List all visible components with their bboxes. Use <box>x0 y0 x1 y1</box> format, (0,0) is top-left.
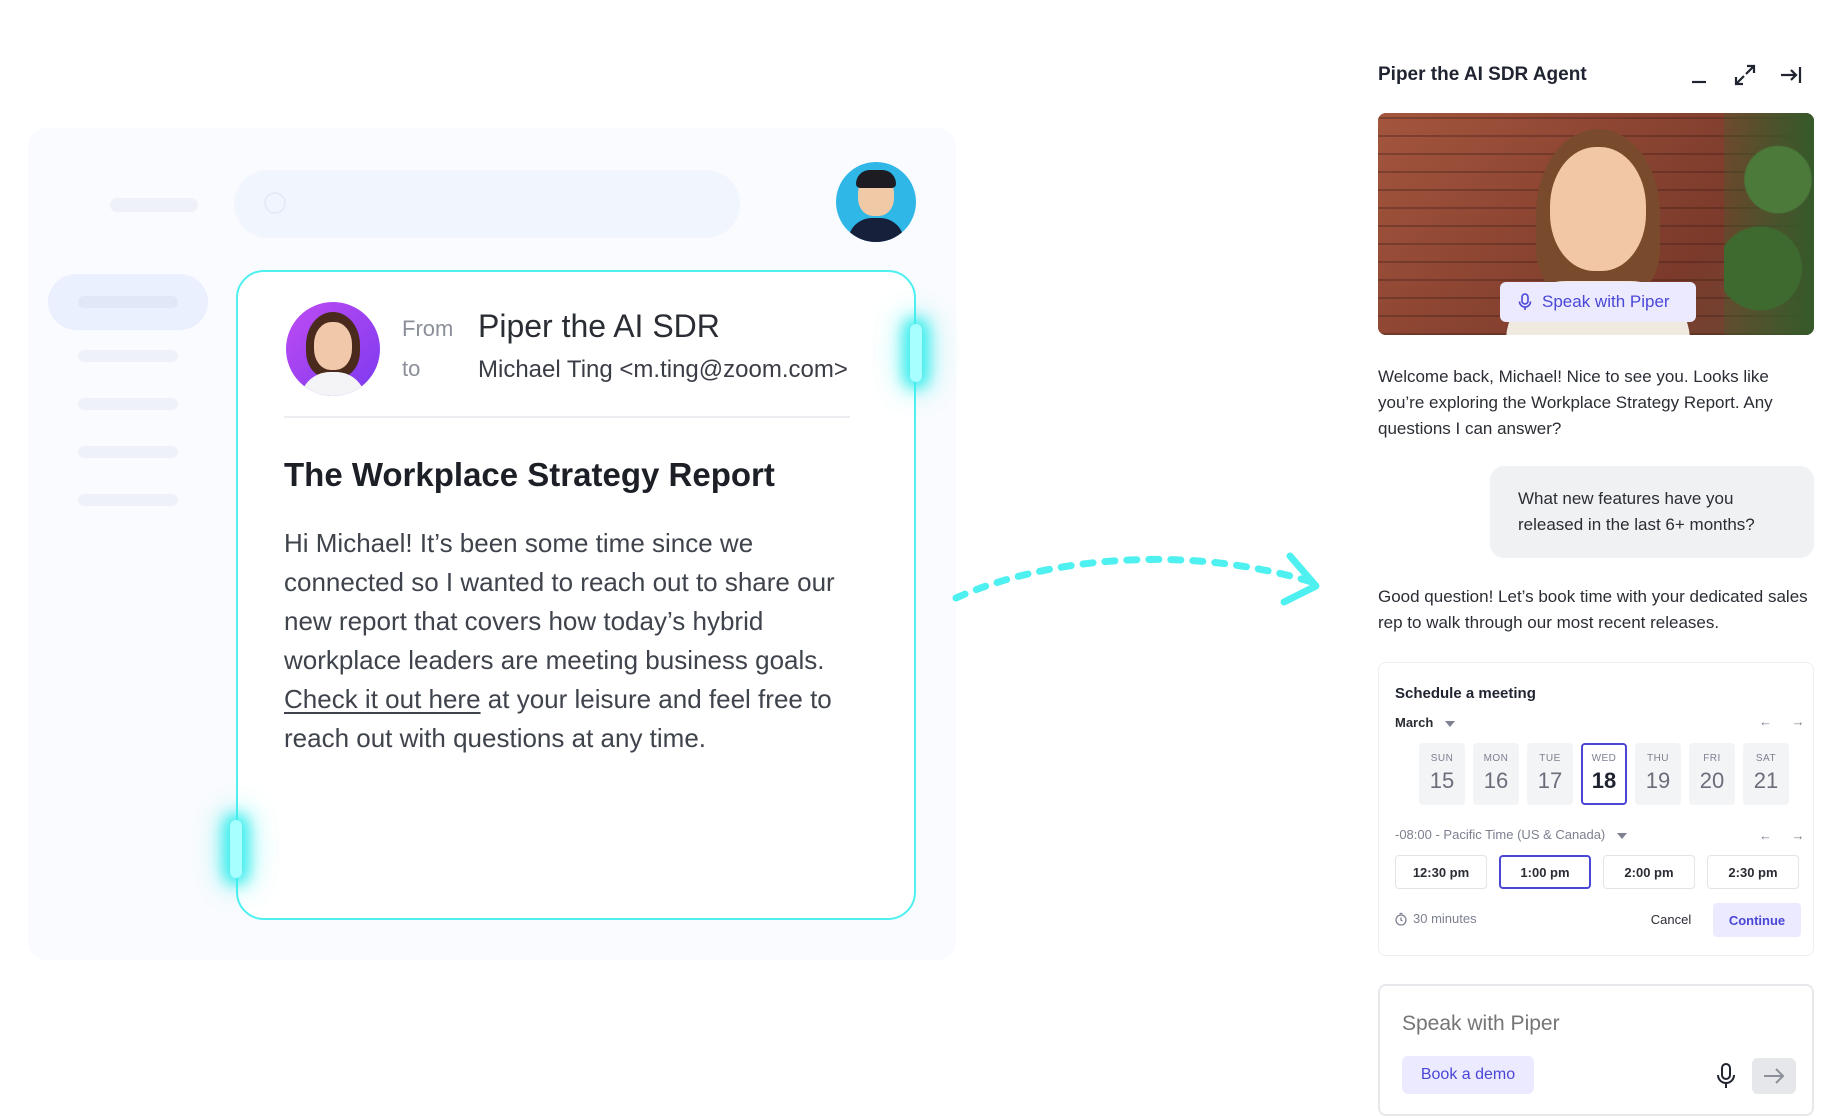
email-body: Hi Michael! It’s been some time since we… <box>284 528 835 753</box>
app-logo-placeholder <box>110 198 198 212</box>
day-picker: SUN 15 MON 16 TUE 17 WED 18 THU 19 FRI 20 SAT 2… <box>1419 743 1789 805</box>
sidebar-item[interactable] <box>78 446 178 458</box>
user-avatar[interactable] <box>836 162 916 242</box>
chat-input[interactable] <box>1402 1012 1782 1036</box>
sender-avatar <box>286 302 380 396</box>
day-wed-selected[interactable]: WED 18 <box>1581 743 1627 805</box>
sidebar-item-active[interactable] <box>48 274 208 330</box>
meeting-duration: 30 minutes <box>1395 911 1477 926</box>
month-select[interactable]: March <box>1395 715 1456 730</box>
card-glow-accent <box>910 324 922 382</box>
continue-button[interactable]: Continue <box>1713 903 1801 937</box>
day-tue[interactable]: TUE 17 <box>1527 743 1573 805</box>
report-link[interactable]: Check it out here <box>284 684 481 714</box>
cancel-button[interactable]: Cancel <box>1639 903 1703 935</box>
microphone-icon[interactable] <box>1710 1058 1742 1094</box>
sender-name: Piper the AI SDR <box>478 308 720 344</box>
scheduler-card: Schedule a meeting March ← → SUN 15 MON 16… <box>1378 662 1814 956</box>
speak-with-piper-button[interactable]: Speak with Piper <box>1500 282 1696 322</box>
from-label: From <box>402 316 454 341</box>
scheduler-title: Schedule a meeting <box>1395 685 1536 702</box>
microphone-icon <box>1518 293 1532 310</box>
agent-message: Good question! Let’s book time with your… <box>1378 587 1808 632</box>
expand-icon[interactable] <box>1732 62 1758 88</box>
sidebar-item[interactable] <box>78 350 178 362</box>
time-slots: 12:30 pm 1:00 pm 2:00 pm 2:30 pm <box>1395 855 1799 889</box>
recipient-address: Michael Ting <m.ting@zoom.com> <box>478 356 848 383</box>
time-nav-arrows[interactable]: ← → <box>1759 828 1813 843</box>
card-glow-accent <box>230 820 242 878</box>
minimize-icon[interactable] <box>1686 62 1712 88</box>
header-divider <box>284 416 850 418</box>
time-slot[interactable]: 2:30 pm <box>1707 855 1799 889</box>
to-label: to <box>402 356 421 381</box>
agent-message: Welcome back, Michael! Nice to see you. … <box>1378 367 1773 438</box>
day-sun[interactable]: SUN 15 <box>1419 743 1465 805</box>
dashed-arrow <box>952 552 1320 606</box>
book-demo-button[interactable]: Book a demo <box>1402 1056 1534 1094</box>
day-sat[interactable]: SAT 21 <box>1743 743 1789 805</box>
time-slot[interactable]: 12:30 pm <box>1395 855 1487 889</box>
sidebar-item[interactable] <box>78 398 178 410</box>
day-mon[interactable]: MON 16 <box>1473 743 1519 805</box>
chevron-down-icon <box>1617 832 1628 839</box>
collapse-panel-icon[interactable] <box>1778 62 1804 88</box>
search-icon <box>264 192 286 214</box>
panel-title: Piper the AI SDR Agent <box>1378 64 1587 85</box>
send-arrow-icon[interactable] <box>1752 1058 1796 1094</box>
week-nav-arrows[interactable]: ← → <box>1759 714 1813 729</box>
day-fri[interactable]: FRI 20 <box>1689 743 1735 805</box>
search-bar[interactable] <box>234 170 740 238</box>
day-thu[interactable]: THU 19 <box>1635 743 1681 805</box>
speak-chip-label: Speak with Piper <box>1542 292 1670 311</box>
time-slot-selected[interactable]: 1:00 pm <box>1499 855 1591 889</box>
timezone-select[interactable]: -08:00 - Pacific Time (US & Canada) <box>1395 827 1628 842</box>
chat-composer: Book a demo <box>1378 984 1814 1116</box>
email-subject: The Workplace Strategy Report <box>284 456 775 493</box>
clock-icon <box>1395 912 1407 926</box>
user-message: What new features have you released in t… <box>1490 466 1814 558</box>
time-slot[interactable]: 2:00 pm <box>1603 855 1695 889</box>
chevron-down-icon <box>1445 720 1456 727</box>
sidebar-item[interactable] <box>78 494 178 506</box>
